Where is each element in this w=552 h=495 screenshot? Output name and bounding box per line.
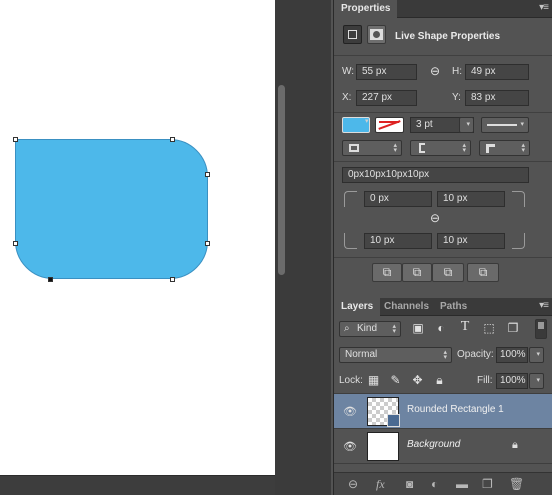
path-exclude-button[interactable]: ⧉ <box>467 263 499 282</box>
stroke-cap-dropdown[interactable]: ▴ ▾ <box>410 140 471 156</box>
lock-position-icon[interactable]: ✥ <box>411 373 424 387</box>
corner-top-left-icon <box>344 191 357 207</box>
new-layer-icon[interactable]: ❐ <box>482 477 493 491</box>
corner-bottom-right-icon <box>512 233 525 249</box>
corner-bottom-left-icon <box>344 233 357 249</box>
live-shape-heading: Live Shape Properties <box>395 31 501 42</box>
tab-paths[interactable]: Paths <box>433 298 474 316</box>
opacity-field[interactable]: 100% <box>496 347 528 363</box>
exclude-icon: ⧉ <box>478 265 488 279</box>
mask-properties-icon[interactable] <box>367 25 386 44</box>
stroke-corner-dropdown[interactable]: ▴ ▾ <box>479 140 530 156</box>
subtract-icon: ⧉ <box>412 265 422 279</box>
path-intersect-button[interactable]: ⧉ <box>432 263 464 282</box>
transform-handle[interactable] <box>48 277 53 282</box>
lock-image-icon[interactable]: ✎ <box>389 373 402 387</box>
panel-dock: Properties ▾≡ Live Shape Properties W: 5… <box>333 0 552 495</box>
tab-properties[interactable]: Properties <box>334 0 398 18</box>
fill-dropdown[interactable]: ▾ <box>529 373 544 389</box>
filter-kind-dropdown[interactable]: ⌕ Kind ▴ ▾ <box>339 321 401 337</box>
link-icon[interactable]: ⊖ <box>427 64 443 78</box>
rounded-rectangle-shape[interactable] <box>15 139 208 279</box>
transform-handle[interactable] <box>13 241 18 246</box>
adjustment-layer-icon[interactable]: ◐ <box>431 477 438 491</box>
shape-layer-badge-icon <box>387 414 400 427</box>
new-group-icon[interactable]: ▬ <box>456 477 468 491</box>
tab-channels[interactable]: Channels <box>377 298 436 316</box>
properties-tabbar: Properties ▾≡ <box>334 0 552 18</box>
corner-radius-summary[interactable]: 0px10px10px10px <box>342 167 529 183</box>
layer-name[interactable]: Rounded Rectangle 1 <box>407 404 504 415</box>
filter-pixel-icon[interactable]: ▣ <box>411 321 425 335</box>
vertical-scrollbar[interactable] <box>278 85 285 275</box>
add-mask-icon[interactable]: ◙ <box>406 477 413 491</box>
layer-row[interactable]: 👁︎ Background 🔒︎ <box>334 429 552 464</box>
lock-transparency-icon[interactable]: ▦ <box>367 373 380 387</box>
radius-bottom-right-field[interactable]: 10 px <box>437 233 505 249</box>
radius-top-right-field[interactable]: 10 px <box>437 191 505 207</box>
filter-smart-object-icon[interactable]: ❐ <box>506 321 520 335</box>
intersect-icon: ⧉ <box>443 265 453 279</box>
corner-top-right-icon <box>512 191 525 207</box>
y-label: Y: <box>452 92 461 103</box>
opacity-dropdown[interactable]: ▾ <box>529 347 544 363</box>
filter-shape-icon[interactable]: ⬚ <box>482 321 496 335</box>
combine-icon: ⧉ <box>382 265 392 279</box>
filter-type-icon[interactable]: T <box>458 320 472 334</box>
layers-tabbar: Layers Channels Paths ▾≡ <box>334 298 552 316</box>
layer-thumbnail <box>367 397 400 427</box>
path-subtract-button[interactable]: ⧉ <box>402 263 432 282</box>
height-field[interactable]: 49 px <box>465 64 529 80</box>
transform-handle[interactable] <box>170 277 175 282</box>
fx-icon[interactable]: fx <box>376 477 385 492</box>
link-layers-icon[interactable]: ⊖ <box>348 477 358 491</box>
height-label: H: <box>452 66 462 77</box>
visibility-eye-icon[interactable]: 👁︎ <box>343 405 357 418</box>
panel-menu-icon[interactable]: ▾≡ <box>539 2 549 13</box>
filter-toggle[interactable] <box>535 319 547 339</box>
x-field[interactable]: 227 px <box>356 90 417 106</box>
blend-mode-dropdown[interactable]: Normal ▴ ▾ <box>339 347 452 363</box>
radius-top-left-field[interactable]: 0 px <box>364 191 432 207</box>
lock-label: Lock: <box>339 375 363 386</box>
layer-thumbnail <box>367 432 399 461</box>
layer-lock-icon: 🔒︎ <box>512 439 518 451</box>
filter-adjustment-icon[interactable]: ◐ <box>434 321 448 335</box>
layer-name[interactable]: Background <box>407 439 460 450</box>
stroke-align-dropdown[interactable]: ▴ ▾ <box>342 140 402 156</box>
layer-row[interactable]: 👁︎ Rounded Rectangle 1 <box>334 394 552 429</box>
transform-handle[interactable] <box>205 241 210 246</box>
delete-layer-icon[interactable]: 🗑︎ <box>509 477 524 491</box>
tab-layers[interactable]: Layers <box>334 298 381 316</box>
lock-all-icon[interactable]: 🔒︎ <box>433 373 446 387</box>
transform-handle[interactable] <box>170 137 175 142</box>
canvas-status-bar <box>0 475 275 495</box>
link-radius-icon[interactable]: ⊖ <box>426 211 444 225</box>
fill-label: Fill: <box>477 375 493 386</box>
width-label: W: <box>342 66 355 77</box>
layers-panel-menu-icon[interactable]: ▾≡ <box>539 300 549 311</box>
path-combine-button[interactable]: ⧉ <box>372 263 402 282</box>
shape-properties-mode-icon[interactable] <box>343 25 362 44</box>
opacity-label: Opacity: <box>457 349 494 360</box>
stroke-color-swatch[interactable] <box>375 117 404 133</box>
y-field[interactable]: 83 px <box>465 90 529 106</box>
document-canvas[interactable] <box>0 0 275 475</box>
search-icon: ⌕ <box>344 323 350 334</box>
stroke-width-dropdown[interactable]: ▾ <box>459 117 474 133</box>
fill-field[interactable]: 100% <box>496 373 528 389</box>
width-field[interactable]: 55 px <box>356 64 417 80</box>
transform-handle[interactable] <box>205 172 210 177</box>
x-label: X: <box>342 92 352 103</box>
stroke-type-dropdown[interactable]: ▾ <box>481 117 529 133</box>
layers-bottom-bar: ⊖ fx ◙ ◐ ▬ ❐ 🗑︎ <box>334 472 552 495</box>
transform-handle[interactable] <box>13 137 18 142</box>
visibility-eye-icon[interactable]: 👁︎ <box>343 440 357 453</box>
radius-bottom-left-field[interactable]: 10 px <box>364 233 432 249</box>
